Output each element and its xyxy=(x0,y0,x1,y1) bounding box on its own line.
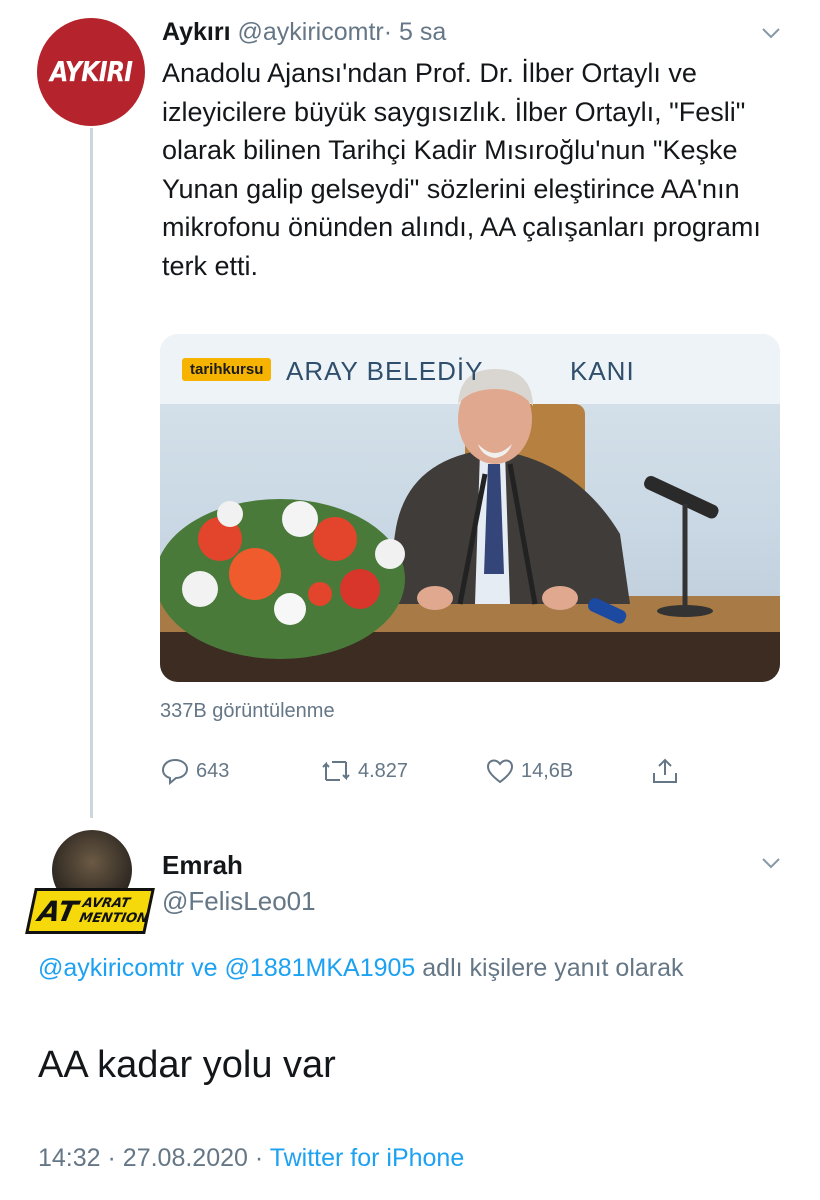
tweet-video[interactable]: tarihkursu ARAY BELEDİY KANI xyxy=(160,334,780,682)
retweet-icon xyxy=(320,756,352,786)
like-count: 14,6B xyxy=(521,759,574,782)
author-handle[interactable]: @aykiricomtr xyxy=(238,18,384,46)
reply-text: AA kadar yolu var xyxy=(38,1044,336,1086)
retweet-button[interactable]: 4.827 xyxy=(320,756,408,786)
meta-separator: · xyxy=(254,1144,264,1172)
share-button[interactable] xyxy=(650,756,680,786)
meta-separator: · xyxy=(107,1144,116,1172)
reply-button[interactable]: 643 xyxy=(160,756,229,786)
tweet-actions: 643 4.827 14,6B xyxy=(160,756,700,790)
video-channel-tag: tarihkursu xyxy=(182,358,272,381)
mention-link[interactable]: @aykiricomtr xyxy=(38,954,184,982)
tweet-timestamp: 14:32 xyxy=(38,1144,101,1172)
reply-author-handle[interactable]: @FelisLeo01 xyxy=(162,886,316,917)
chevron-down-icon[interactable] xyxy=(760,22,782,44)
tweet-source[interactable]: Twitter for iPhone xyxy=(270,1144,465,1172)
like-button[interactable]: 14,6B xyxy=(485,756,573,786)
tweet-date: 27.08.2020 xyxy=(122,1144,248,1172)
replying-to: @aykiricomtr ve @1881MKA1905 adlı kişile… xyxy=(38,948,758,988)
chevron-down-icon[interactable] xyxy=(760,852,782,874)
view-count: 337B görüntülenme xyxy=(160,700,335,722)
reply-icon xyxy=(160,756,190,786)
avatar-logo-text: AYKIRI xyxy=(49,55,133,89)
replying-and: ve xyxy=(191,954,218,982)
author-name[interactable]: Aykırı xyxy=(162,18,231,46)
replying-suffix: adlı kişilere yanıt olarak xyxy=(422,954,684,982)
tweet-time[interactable]: 5 sa xyxy=(399,18,446,46)
tweet-text: Anadolu Ajansı'ndan Prof. Dr. İlber Orta… xyxy=(162,58,761,281)
retweet-count: 4.827 xyxy=(358,759,409,782)
header-separator: · xyxy=(383,18,393,46)
avatar-badge: AT AVRAT MENTION xyxy=(25,888,155,934)
mention-link[interactable]: @1881MKA1905 xyxy=(225,954,416,982)
heart-icon xyxy=(485,756,515,786)
video-banner-text-right: KANI xyxy=(570,356,635,386)
tweet-meta: 14:32 · 27.08.2020 · Twitter for iPhone xyxy=(38,1144,464,1173)
thread-connector-line xyxy=(90,128,93,818)
reply-count: 643 xyxy=(196,759,230,782)
reply-author-name[interactable]: Emrah xyxy=(162,850,243,881)
share-icon xyxy=(650,756,680,786)
avatar[interactable]: AYKIRI xyxy=(37,18,145,126)
tweet-header: Aykırı @aykiricomtr· 5 sa xyxy=(162,16,446,48)
reply-avatar[interactable]: AT AVRAT MENTION xyxy=(25,830,155,950)
video-banner-text-left: ARAY BELEDİY xyxy=(286,356,484,386)
